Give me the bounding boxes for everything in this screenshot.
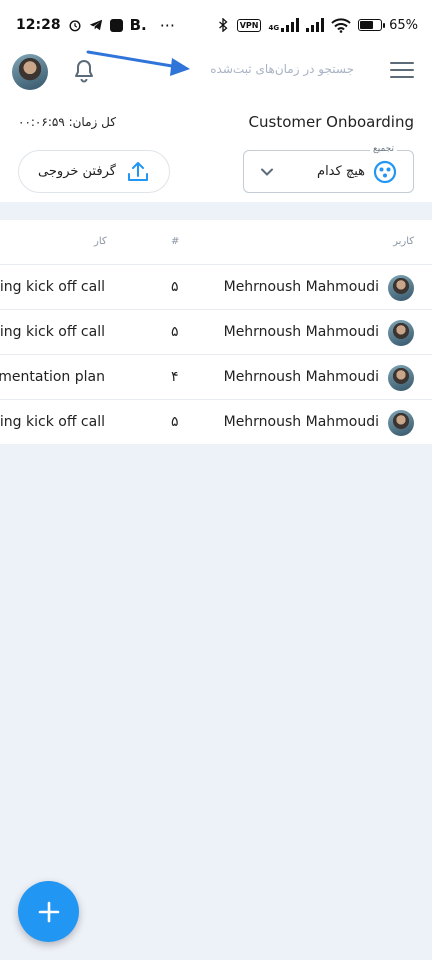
signal-icon: [281, 18, 300, 32]
chevron-down-icon: [261, 168, 273, 176]
user-avatar[interactable]: [12, 54, 48, 90]
column-header-user: کاربر: [393, 236, 414, 247]
task-cell: mentation plan: [0, 369, 105, 385]
search-input[interactable]: جستجو در زمان‌های ثبت‌شده: [210, 62, 354, 76]
plus-icon: [38, 901, 59, 922]
count-cell: ۴: [171, 369, 179, 385]
vpn-icon: VPN: [236, 18, 262, 32]
annotation-arrow-icon: [86, 50, 190, 76]
user-cell: Mehrnoush Mahmoudi: [223, 279, 379, 295]
column-header-count: #: [171, 236, 180, 247]
task-cell: ing kick off call: [0, 279, 105, 295]
user-cell: Mehrnoush Mahmoudi: [223, 324, 379, 340]
count-cell: ۵: [171, 279, 179, 295]
header: جستجو در زمان‌های ثبت‌شده کل زمان: ۰۰:۰۶…: [0, 50, 432, 202]
grouping-select[interactable]: تجمیع هیچ کدام: [243, 144, 414, 193]
column-header-task: کار: [94, 236, 107, 247]
menu-button[interactable]: [390, 62, 414, 82]
time-entries-table: کاربر # کار ing kick off call ۵ Mehrnous…: [0, 220, 432, 444]
wifi-icon: [331, 17, 351, 33]
grouping-value: هیچ کدام: [317, 164, 365, 179]
alarm-icon: [69, 20, 81, 32]
export-button[interactable]: گرفتن خروجی: [18, 150, 170, 193]
group-icon: [373, 160, 397, 184]
battery-icon: [358, 19, 386, 31]
table-row[interactable]: ing kick off call ۵ Mehrnoush Mahmoudi: [0, 265, 432, 310]
more-notifications-icon: ···: [159, 15, 175, 35]
user-cell: Mehrnoush Mahmoudi: [223, 369, 379, 385]
row-avatar: [388, 320, 414, 346]
user-cell: Mehrnoush Mahmoudi: [223, 414, 379, 430]
battery-percent: 65%: [389, 17, 418, 33]
project-title: Customer Onboarding: [248, 113, 414, 131]
table-row[interactable]: ing kick off call ۵ Mehrnoush Mahmoudi: [0, 400, 432, 445]
network-label: 4G: [268, 24, 280, 32]
bluetooth-icon: [218, 18, 228, 32]
telegram-icon: [89, 19, 102, 31]
row-avatar: [388, 410, 414, 436]
task-cell: ing kick off call: [0, 324, 105, 340]
add-entry-button[interactable]: [18, 881, 79, 942]
upload-icon: [127, 161, 148, 181]
booking-icon: B.: [129, 16, 147, 34]
table-header: کاربر # کار: [0, 220, 432, 265]
row-avatar: [388, 365, 414, 391]
table-row[interactable]: mentation plan ۴ Mehrnoush Mahmoudi: [0, 355, 432, 400]
status-time: 12:28: [16, 17, 61, 33]
table-row[interactable]: ing kick off call ۵ Mehrnoush Mahmoudi: [0, 310, 432, 355]
status-bar: 12:28 B. ··· VPN 4G 65%: [0, 0, 432, 50]
battery-fill: [360, 21, 374, 29]
export-label: گرفتن خروجی: [38, 164, 116, 179]
task-cell: ing kick off call: [0, 414, 105, 430]
grouping-label: تجمیع: [369, 144, 397, 154]
menu-line: [390, 62, 414, 64]
app-square-icon: [109, 18, 123, 32]
count-cell: ۵: [171, 414, 179, 430]
signal-icon-2: [306, 18, 325, 32]
menu-line: [390, 76, 414, 78]
total-time: کل زمان: ۰۰:۰۶:۵۹: [18, 115, 116, 129]
network-type: 4G: [268, 18, 300, 32]
count-cell: ۵: [171, 324, 179, 340]
menu-line: [390, 69, 414, 71]
row-avatar: [388, 275, 414, 301]
